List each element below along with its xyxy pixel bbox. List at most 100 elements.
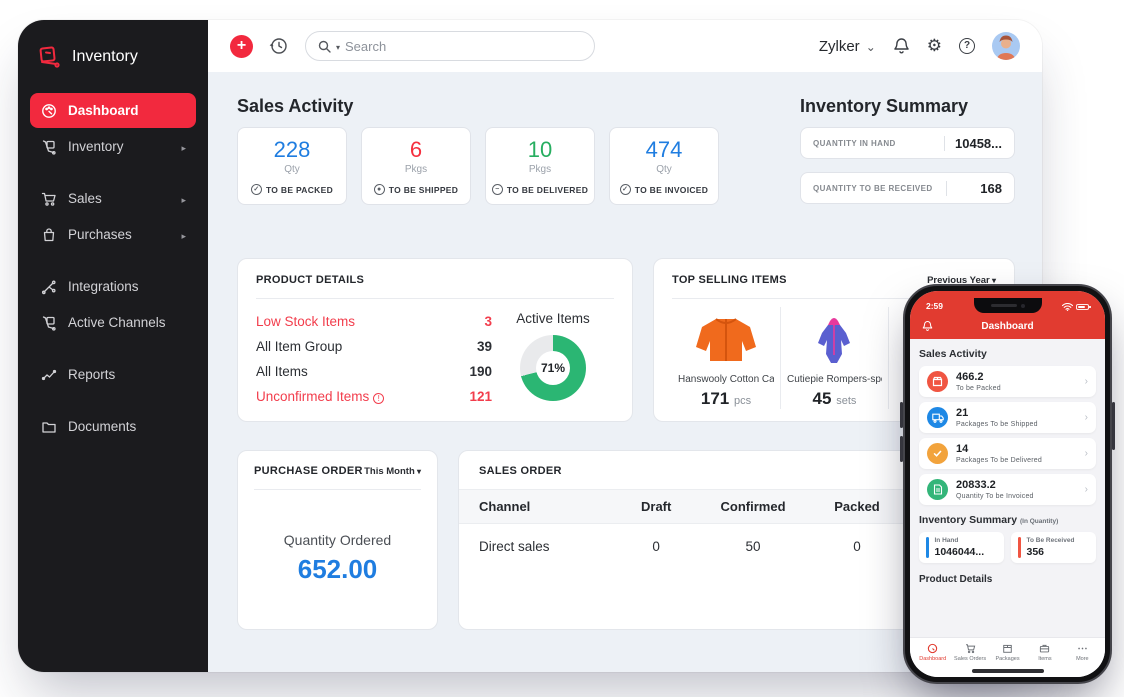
metric-label: Quantity Ordered — [283, 532, 392, 548]
phone-card-label: Packages To be Shipped — [956, 421, 1038, 428]
chevron-down-icon — [866, 38, 876, 55]
divider — [254, 489, 421, 490]
phone-to-be-received-card[interactable]: To Be Received 356 — [1011, 532, 1096, 563]
notifications-button[interactable] — [893, 37, 910, 55]
sidebar-item-purchases[interactable]: Purchases — [30, 217, 196, 252]
product-qty: 171 — [700, 389, 730, 408]
inventory-logo-icon — [36, 44, 62, 70]
phone-card-to-be-packed[interactable]: 466.2 To be Packed — [919, 366, 1096, 397]
top-selling-item[interactable]: Hanswooly Cotton Cas... 171 pcs — [672, 307, 780, 409]
active-items-donut: 71% — [520, 335, 586, 401]
stat-card-to-be-invoiced[interactable]: 474 Qty ✓ TO BE INVOICED — [609, 127, 719, 205]
phone-nav-more[interactable]: More — [1064, 643, 1101, 677]
truck-icon — [927, 407, 948, 428]
user-avatar[interactable] — [992, 32, 1020, 60]
row-low-stock-items[interactable]: Low Stock Items 3 — [256, 309, 492, 334]
chevron-right-icon — [181, 227, 186, 242]
phone-page-title: Dashboard — [981, 320, 1034, 332]
phone-inventory-summary: In Hand 1046044... To Be Received 356 — [919, 532, 1096, 563]
cell-channel: Direct sales — [479, 539, 550, 554]
summary-row-quantity-to-be-received: QUANTITY TO BE RECEIVED 168 — [800, 172, 1015, 204]
row-all-item-group[interactable]: All Item Group 39 — [256, 334, 492, 359]
org-name: Zylker — [818, 37, 860, 55]
stat-card-to-be-shipped[interactable]: 6 Pkgs ● TO BE SHIPPED — [361, 127, 471, 205]
accent-bar — [1018, 537, 1021, 558]
phone-card-packages-shipped[interactable]: 21 Packages To be Shipped — [919, 402, 1096, 433]
sidebar-divider — [30, 393, 196, 408]
phone-card-quantity-invoiced[interactable]: 20833.2 Quantity To be Invoiced — [919, 474, 1096, 505]
phone-mockup: 2:59 Dashboard Sales Activity 466.2 To b… — [900, 284, 1115, 684]
sidebar-item-reports[interactable]: Reports — [30, 357, 196, 392]
phone-nav-label: Items — [1038, 656, 1052, 662]
phone-card-packages-delivered[interactable]: 14 Packages To be Delivered — [919, 438, 1096, 469]
product-image-cardigan — [695, 318, 756, 361]
bag-icon — [40, 226, 57, 243]
summary-value: 10458... — [944, 135, 1002, 151]
phone-in-hand-card[interactable]: In Hand 1046044... — [919, 532, 1004, 563]
chevron-right-icon — [1085, 484, 1088, 495]
panel-title: TOP SELLING ITEMS — [672, 274, 787, 286]
stat-card-to-be-delivered[interactable]: 10 Pkgs − TO BE DELIVERED — [485, 127, 595, 205]
row-unconfirmed-items[interactable]: Unconfirmed Items! 121 — [256, 384, 492, 409]
column-header: Confirmed — [720, 499, 786, 514]
help-button[interactable]: ? — [959, 38, 975, 54]
folder-icon — [40, 418, 57, 435]
phone-card-label: Packages To be Delivered — [956, 457, 1042, 464]
product-details-rows: Low Stock Items 3 All Item Group 39 All … — [256, 309, 492, 409]
wifi-icon — [1062, 303, 1073, 311]
cell-packed: 0 — [853, 539, 861, 554]
sidebar-item-inventory[interactable]: Inventory — [30, 129, 196, 164]
row-label: Low Stock Items — [256, 314, 356, 329]
sidebar-item-label: Documents — [68, 419, 137, 434]
chevron-right-icon — [181, 191, 186, 206]
chevron-right-icon — [1085, 448, 1088, 459]
battery-icon — [1076, 304, 1091, 310]
purchase-order-panel: PURCHASE ORDER This Month Quantity Order… — [237, 450, 438, 630]
phone-notch — [973, 298, 1042, 313]
desktop-stage: Inventory Dashboard Inventory ▸ Sales ▸ … — [0, 0, 1124, 697]
quick-add-button[interactable]: + — [230, 34, 253, 58]
phone-product-details-title: Product Details — [919, 574, 993, 585]
product-image-romper — [818, 318, 851, 363]
purchase-order-period-select[interactable]: This Month — [364, 466, 421, 477]
phone-body: Sales Activity 466.2 To be Packed › 21 P… — [910, 339, 1105, 637]
column-header: Draft — [641, 499, 672, 514]
stat-label: TO BE SHIPPED — [388, 184, 459, 195]
panel-title: PRODUCT DETAILS — [256, 274, 365, 286]
stat-value: 6 — [409, 137, 423, 162]
info-icon[interactable]: ! — [373, 393, 385, 404]
handtruck-icon — [40, 138, 57, 155]
sidebar-item-integrations[interactable]: Integrations — [30, 269, 196, 304]
row-all-items[interactable]: All Items 190 — [256, 359, 492, 384]
recent-history-button[interactable] — [269, 36, 289, 56]
check-circle-icon: ✓ — [250, 184, 262, 195]
sidebar-item-dashboard[interactable]: Dashboard — [30, 93, 196, 128]
org-selector[interactable]: Zylker — [819, 38, 876, 55]
divider — [256, 298, 614, 299]
app-title: Inventory — [72, 48, 138, 65]
sidebar-item-label: Active Channels — [68, 315, 166, 330]
phone-nav-label: Dashboard — [919, 656, 947, 662]
sidebar-item-label: Integrations — [68, 279, 139, 294]
summary-label: QUANTITY TO BE RECEIVED — [813, 183, 933, 193]
sidebar-item-sales[interactable]: Sales — [30, 181, 196, 216]
search-scope-caret-icon[interactable] — [336, 37, 340, 55]
settings-button[interactable]: ⚙ — [927, 36, 942, 56]
sidebar-item-documents[interactable]: Documents — [30, 409, 196, 444]
sidebar-item-active-channels[interactable]: Active Channels — [30, 305, 196, 340]
phone-nav-dashboard[interactable]: Dashboard — [914, 643, 951, 677]
stat-card-to-be-packed[interactable]: 228 Qty ✓ TO BE PACKED — [237, 127, 347, 205]
sidebar-divider — [30, 165, 196, 180]
chevron-right-icon — [181, 139, 186, 154]
phone-card-value: 20833.2 — [956, 479, 996, 491]
phone-home-indicator[interactable] — [971, 669, 1044, 673]
phone-screen: 2:59 Dashboard Sales Activity 466.2 To b… — [910, 291, 1105, 677]
product-unit: pcs — [733, 395, 752, 407]
sidebar: Inventory Dashboard Inventory ▸ Sales ▸ … — [18, 20, 208, 672]
search-bar[interactable] — [305, 31, 595, 61]
sidebar-item-label: Inventory — [68, 139, 124, 154]
top-selling-item[interactable]: Cutiepie Rompers-spo... 45 sets — [779, 307, 888, 409]
sidebar-item-label: Reports — [68, 367, 116, 382]
search-input[interactable] — [345, 38, 582, 54]
product-unit: sets — [836, 395, 857, 407]
